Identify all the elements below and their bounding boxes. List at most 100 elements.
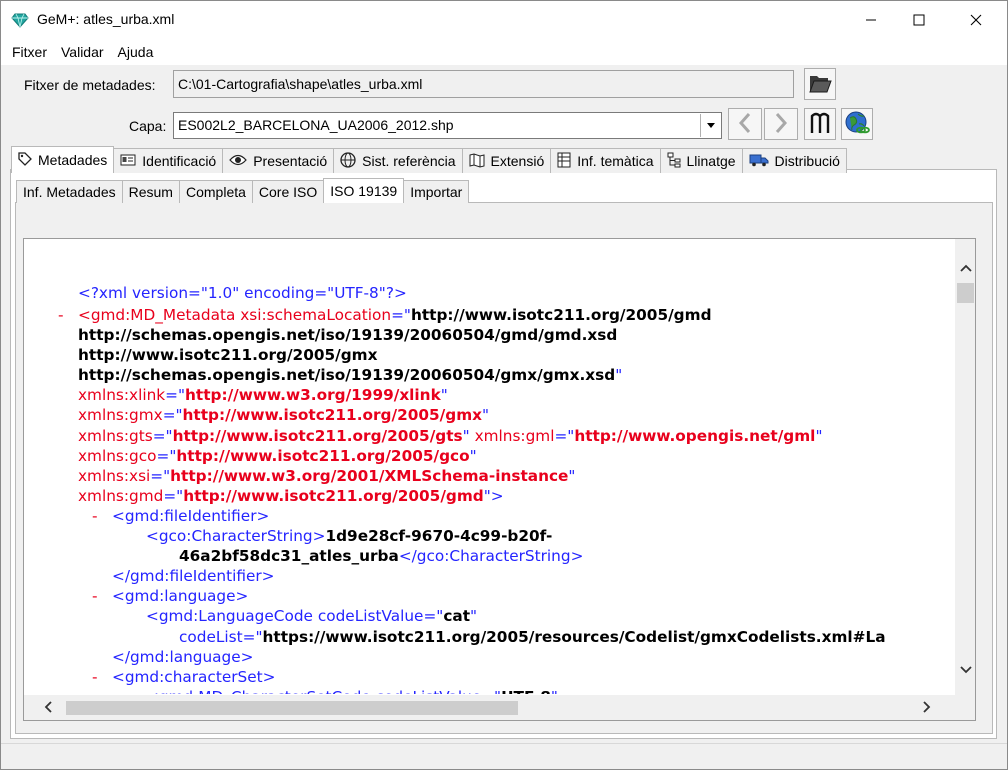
scrollbar-corner — [955, 695, 975, 720]
tab-distribucio[interactable]: Distribució — [741, 148, 847, 173]
xml-token: =" — [391, 306, 411, 324]
xml-line-text: <gmd:fileIdentifier> — [112, 506, 269, 526]
gem-icon — [11, 11, 29, 29]
tab-inf-tematica[interactable]: Inf. temàtica — [550, 148, 661, 173]
scroll-right-button[interactable] — [917, 698, 937, 718]
xml-token: xmlns:gmd — [78, 487, 164, 505]
xml-token: http://www.w3.org/2001/XMLSchema-instanc… — [170, 467, 569, 485]
tab-llinatge[interactable]: Llinatge — [659, 148, 743, 173]
collapse-toggle[interactable]: - — [92, 506, 98, 526]
xml-token: xmlns:xlink — [78, 386, 166, 404]
subtab-iso-19139[interactable]: ISO 19139 — [323, 178, 405, 203]
xml-token: http://www.w3.org/1999/xlink — [185, 386, 441, 404]
xml-token: " — [615, 366, 623, 384]
collapse-toggle[interactable]: - — [58, 305, 64, 325]
horizontal-scrollbar[interactable] — [24, 695, 955, 720]
minimize-button[interactable] — [848, 1, 894, 39]
xml-token: =" — [165, 386, 185, 404]
menu-fitxer[interactable]: Fitxer — [5, 44, 54, 60]
tab-extensio[interactable]: Extensió — [461, 148, 552, 173]
maximize-button[interactable] — [896, 1, 942, 39]
xml-token: UTF-8 — [501, 688, 551, 694]
scroll-up-button[interactable] — [955, 257, 975, 277]
xml-token: " — [568, 467, 576, 485]
xml-token: 1d9e28cf-9670-4c99-b20f- — [325, 527, 553, 545]
m-logo-icon — [809, 111, 831, 138]
horizontal-scroll-thumb[interactable] — [66, 701, 518, 715]
xml-token: =" — [152, 427, 173, 445]
xml-token: =" — [242, 628, 263, 646]
xml-token: "> — [483, 487, 504, 505]
xml-viewer[interactable]: <?xml version="1.0" encoding="UTF-8"?> - <… — [23, 238, 976, 721]
xml-token: </gmd:fileIdentifier> — [112, 567, 275, 585]
xml-token: =" — [163, 487, 184, 505]
xml-token: <gmd:LanguageCode — [146, 607, 318, 625]
xml-line-text: 46a2bf58dc31_atles_urba</gco:CharacterSt… — [179, 546, 583, 566]
xml-token: http://www.isotc211.org/2005/gmx — [182, 406, 483, 424]
xml-content: <?xml version="1.0" encoding="UTF-8"?> - <… — [24, 272, 955, 694]
vertical-scroll-thumb[interactable] — [957, 283, 974, 303]
chevron-down-icon[interactable] — [700, 114, 720, 137]
eye-icon — [229, 153, 248, 169]
scroll-left-button[interactable] — [38, 698, 58, 718]
xml-line-text: <gmd:language> — [112, 586, 248, 606]
xml-token: " — [440, 386, 448, 404]
xml-token: xmlns:xsi — [78, 467, 151, 485]
subtab-resum[interactable]: Resum — [121, 180, 180, 203]
tab-metadades[interactable]: Metadades — [11, 146, 115, 173]
xml-line-text: <gmd:MD_CharacterSetCode codeListValue="… — [146, 687, 558, 694]
xml-line-text: http://schemas.opengis.net/iso/19139/200… — [78, 325, 617, 345]
subtab-completa[interactable]: Completa — [178, 180, 253, 203]
xml-token: =" — [554, 427, 575, 445]
xml-token: =" — [481, 688, 501, 694]
subtab-inf-metadades[interactable]: Inf. Metadades — [16, 180, 123, 203]
chevron-down-icon — [959, 661, 972, 677]
next-layer-button[interactable] — [764, 108, 798, 140]
collapse-toggle[interactable]: - — [92, 667, 98, 687]
xml-line-text: xmlns:xsi="http://www.w3.org/2001/XMLSch… — [78, 466, 575, 486]
xml-token: http://www.isotc211.org/2005/gco — [176, 447, 470, 465]
xml-token: http://www.isotc211.org/2005/gmd — [410, 306, 712, 324]
xml-token: <?xml version="1.0" encoding="UTF-8"?> — [78, 284, 407, 302]
main-tabs: Metadades Identificació Presentació Sist… — [11, 146, 847, 173]
vertical-scrollbar[interactable] — [955, 239, 975, 695]
xml-token: codeListValue — [317, 607, 424, 625]
collapse-toggle[interactable]: - — [92, 586, 98, 606]
xml-token: <gmd:MD_CharacterSetCode — [146, 688, 376, 694]
xml-token: " — [469, 447, 477, 465]
xml-token: http://www.isotc211.org/2005/gmx — [78, 346, 378, 364]
xml-line-text: xmlns:gco="http://www.isotc211.org/2005/… — [78, 446, 477, 466]
subtab-importar[interactable]: Importar — [403, 180, 470, 203]
globe-link-button[interactable] — [841, 108, 873, 140]
menu-validar[interactable]: Validar — [54, 44, 111, 60]
xml-token: <gmd:MD_Metadata — [78, 306, 241, 324]
xml-line-text: </gmd:fileIdentifier> — [112, 566, 274, 586]
layer-select[interactable]: ES002L2_BARCELONA_UA2006_2012.shp — [173, 112, 722, 139]
map-icon — [469, 152, 485, 171]
open-folder-button[interactable] — [804, 68, 836, 100]
subtab-core-iso[interactable]: Core ISO — [251, 180, 325, 203]
xml-token: <gmd:language> — [112, 587, 249, 605]
globe-icon — [340, 151, 356, 171]
prev-layer-button[interactable] — [728, 108, 762, 140]
scroll-down-button[interactable] — [955, 659, 975, 679]
xml-token: xmlns:gml — [474, 427, 555, 445]
tag-icon — [18, 151, 32, 169]
metadata-file-field[interactable]: C:\01-Cartografia\shape\atles_urba.xml — [173, 70, 794, 98]
xml-token: 46a2bf58dc31_atles_urba — [179, 547, 399, 565]
tab-presentacio[interactable]: Presentació — [222, 148, 335, 173]
xml-token: xmlns:gts — [78, 427, 153, 445]
menu-ajuda[interactable]: Ajuda — [111, 44, 161, 60]
xml-line-text: xmlns:gmx="http://www.isotc211.org/2005/… — [78, 405, 489, 425]
xml-token: " — [551, 688, 558, 694]
xml-line-text: http://schemas.opengis.net/iso/19139/200… — [78, 365, 622, 385]
table-icon — [557, 152, 571, 171]
xml-token: http://www.opengis.net/gml — [574, 427, 816, 445]
chevron-right-icon — [923, 700, 931, 716]
tab-identificacio[interactable]: Identificació — [113, 148, 224, 173]
m-button[interactable] — [804, 108, 836, 140]
xml-line-text: <gmd:LanguageCode codeListValue="cat" — [146, 606, 477, 626]
close-button[interactable] — [953, 1, 999, 39]
tab-sist-referencia[interactable]: Sist. referència — [333, 148, 463, 173]
xml-line-text: codeList="https://www.isotc211.org/2005/… — [179, 627, 886, 647]
